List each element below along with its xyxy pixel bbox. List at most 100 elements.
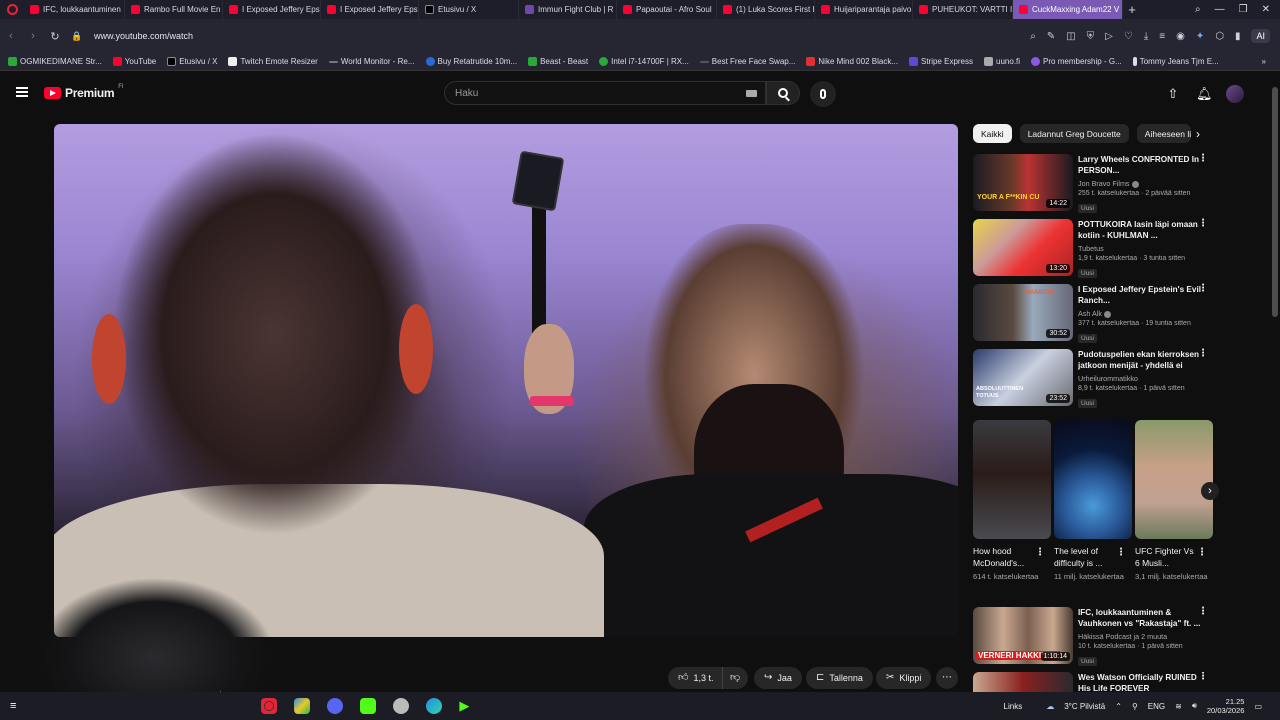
language-indicator[interactable]: ENG — [1148, 702, 1165, 711]
video-thumbnail[interactable]: ABSOLUUTTINEN TOTUUS 23:52 — [973, 349, 1073, 406]
more-vertical-icon[interactable]: ⋮ — [1197, 547, 1207, 558]
menu-icon[interactable]: ≡ — [1159, 31, 1165, 42]
avatar[interactable] — [1226, 85, 1244, 103]
play-arrow-icon[interactable]: ▶ — [459, 698, 475, 714]
browser-tab-active[interactable]: CuckMaxxing Adam22 V — [1013, 0, 1123, 19]
more-vertical-icon[interactable]: ⋮ — [1198, 672, 1208, 682]
share-button[interactable]: ↪ Jaa — [754, 667, 802, 689]
notification-icon[interactable]: ▭ — [1254, 702, 1262, 711]
bookmark[interactable]: Best Free Face Swap... — [699, 57, 795, 66]
download-icon[interactable]: ⤓ — [1144, 31, 1148, 42]
weather-widget[interactable]: 3°C Pilvistä — [1064, 702, 1105, 711]
edit-icon[interactable]: ✎ — [1047, 31, 1055, 42]
bookmark[interactable]: OGMIKEDIMANE Str... — [8, 57, 102, 66]
chip-uploader[interactable]: Ladannut Greg Doucette — [1019, 124, 1129, 143]
browser-tab[interactable]: I Exposed Jeffery Epst — [223, 0, 321, 19]
list-item[interactable]: YOUR A F**KIN CU 14:22 Larry Wheels CONF… — [973, 154, 1213, 213]
list-item[interactable]: MANSION 30:52 I Exposed Jeffery Epstein'… — [973, 284, 1213, 343]
reload-icon[interactable]: ↻ — [44, 30, 66, 43]
maximize-icon[interactable]: ❐ — [1239, 4, 1248, 15]
menu-icon[interactable] — [16, 87, 28, 97]
short-item[interactable]: The level of difficulty is ... 11 milj. … — [1054, 420, 1132, 582]
video-thumbnail[interactable]: YOUR A F**KIN CU 14:22 — [973, 154, 1073, 211]
list-item[interactable]: 13:20 POTTUKOIRA lasin läpi omaan kotiin… — [973, 219, 1213, 278]
video-thumbnail[interactable]: VERNERI HAKKINEN 1:10:14 — [973, 607, 1073, 664]
heart-icon[interactable]: ♡ — [1124, 31, 1133, 42]
kick-icon[interactable] — [360, 698, 377, 714]
ai-button[interactable]: AI — [1251, 29, 1270, 43]
bookmark[interactable]: Pro membership - G... — [1031, 57, 1122, 66]
bookmark[interactable]: Beast - Beast — [528, 57, 588, 66]
short-thumbnail[interactable] — [973, 420, 1051, 539]
short-item[interactable]: How hood McDonald's... 614 t. katseluker… — [973, 420, 1051, 582]
system-clock[interactable]: 21.25 20/03/2026 — [1207, 697, 1245, 715]
video-player[interactable] — [54, 124, 958, 637]
bookmark[interactable]: Buy Retatrutide 10m... — [425, 57, 517, 66]
new-tab-icon[interactable]: + — [1123, 2, 1141, 17]
bookmark[interactable]: YouTube — [112, 57, 156, 66]
browser-tab[interactable]: PUHEUKOT: VARTTI ISS — [913, 0, 1013, 19]
cube-icon[interactable]: ⬡ — [1215, 31, 1224, 42]
more-actions-button[interactable]: ⋯ — [936, 667, 958, 689]
save-button[interactable]: ⊏ Tallenna — [806, 667, 873, 689]
edge-icon[interactable] — [426, 698, 443, 714]
list-item[interactable]: VERNERI HAKKINEN 1:10:14 IFC, loukkaantu… — [973, 607, 1213, 666]
scrollbar-thumb[interactable] — [1272, 87, 1278, 317]
discord-icon[interactable] — [327, 698, 344, 714]
more-vertical-icon[interactable]: ⋮ — [1198, 154, 1208, 164]
more-vertical-icon[interactable]: ⋮ — [1198, 284, 1208, 294]
opera-icon[interactable] — [261, 698, 278, 714]
play-icon[interactable]: ▷ — [1105, 31, 1113, 42]
video-thumbnail[interactable] — [973, 672, 1073, 692]
browser-tab[interactable]: Immun Fight Club | R — [519, 0, 617, 19]
browser-tab[interactable]: Papaoutai - Afro Soul — [617, 0, 717, 19]
keyboard-icon[interactable] — [746, 90, 757, 97]
sidebar-icon[interactable]: ▮ — [1235, 31, 1241, 42]
chevron-up-icon[interactable]: ⌃ — [1115, 702, 1122, 711]
search-input[interactable] — [455, 87, 735, 99]
profile-icon[interactable]: ◉ — [1176, 31, 1185, 42]
bookmark[interactable]: Etusivu / X — [167, 57, 217, 66]
more-vertical-icon[interactable]: ⋮ — [1198, 219, 1208, 229]
network-icon[interactable]: ⚲ — [1132, 702, 1138, 711]
bookmark[interactable]: Twitch Emote Resizer — [228, 57, 318, 66]
short-thumbnail[interactable] — [1054, 420, 1132, 539]
shield-icon[interactable]: ⛨ — [1087, 31, 1095, 42]
more-vertical-icon[interactable]: ⋮ — [1116, 547, 1126, 558]
list-item[interactable]: Wes Watson Officially RUINED His Life FO… — [973, 672, 1213, 692]
bookmark[interactable]: uuno.fi — [984, 57, 1020, 66]
youtube-logo[interactable]: Premium FI — [44, 84, 124, 100]
search-button[interactable] — [766, 81, 800, 105]
bookmark[interactable]: Nike Mind 002 Black... — [806, 57, 898, 66]
search-tabs-icon[interactable]: ⌕ — [1195, 4, 1201, 15]
chip-all[interactable]: Kaikki — [973, 124, 1012, 143]
clip-button[interactable]: ✂ Klippi — [876, 667, 932, 689]
more-vertical-icon[interactable]: ⋮ — [1035, 547, 1045, 558]
browser-tab[interactable]: Rambo Full Movie En — [125, 0, 223, 19]
chevron-right-icon[interactable]: › — [1201, 482, 1219, 500]
bookmark[interactable]: Intel i7-14700F | RX... — [599, 57, 689, 66]
page-scrollbar[interactable] — [1270, 71, 1280, 691]
more-vertical-icon[interactable]: ⋮ — [1198, 349, 1208, 359]
minimize-icon[interactable]: — — [1215, 4, 1225, 15]
forward-icon[interactable]: › — [22, 30, 44, 42]
opera-logo-icon[interactable] — [0, 0, 24, 19]
video-thumbnail[interactable]: 13:20 — [973, 219, 1073, 276]
short-thumbnail[interactable] — [1135, 420, 1213, 539]
chevron-right-icon[interactable]: › — [1190, 126, 1206, 142]
bookmarks-more-icon[interactable]: » — [1262, 57, 1266, 66]
browser-tab[interactable]: I Exposed Jeffery Epst — [321, 0, 419, 19]
search-icon[interactable]: ⌕ — [1030, 31, 1036, 42]
camera-icon[interactable]: ◫ — [1066, 31, 1075, 42]
bookmark[interactable]: Stripe Express — [908, 57, 973, 66]
short-item[interactable]: UFC Fighter Vs 6 Musli... 3,1 milj. kats… — [1135, 420, 1213, 582]
volume-icon[interactable]: 🔊︎ — [1192, 701, 1197, 711]
browser-tab[interactable]: Huijariparantaja paivo — [815, 0, 913, 19]
notifications-bell-icon[interactable]: 🔔︎ — [1196, 87, 1213, 101]
video-thumbnail[interactable]: MANSION 30:52 — [973, 284, 1073, 341]
chip-related[interactable]: Aiheeseen li — [1136, 124, 1191, 143]
bookmark[interactable]: Tommy Jeans Tjm E... — [1132, 57, 1219, 66]
like-button[interactable]: 👍︎ 1,3 t. — [668, 667, 724, 689]
start-menu-icon[interactable]: ≡ — [10, 700, 16, 712]
dislike-button[interactable]: 👎︎ — [722, 667, 748, 689]
